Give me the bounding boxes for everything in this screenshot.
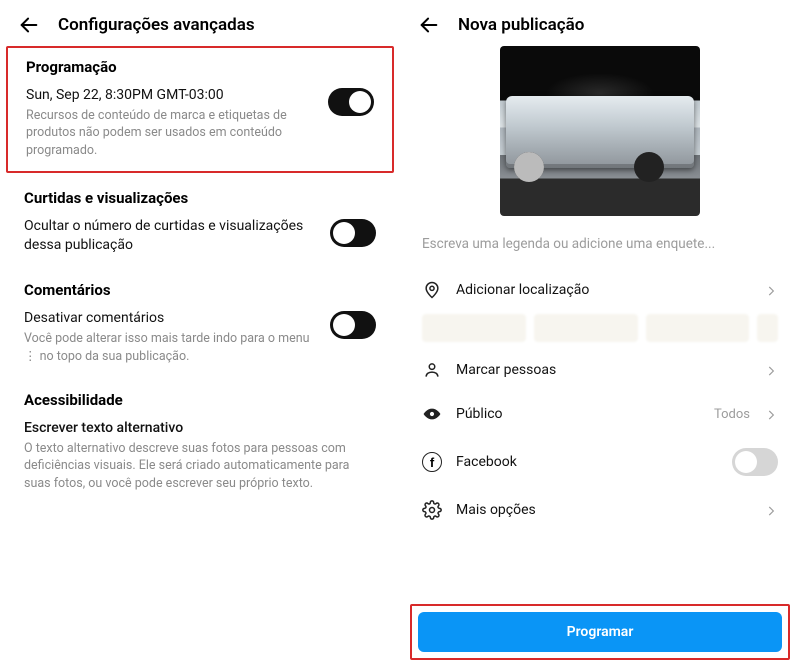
scheduling-heading: Programação: [26, 58, 374, 76]
chevron-right-icon: [764, 407, 778, 421]
caption-input[interactable]: Escreva uma legenda ou adicione uma enqu…: [400, 226, 800, 268]
back-arrow-icon[interactable]: [18, 14, 40, 36]
cta-highlight-box: Programar: [410, 604, 790, 660]
facebook-icon: f: [422, 452, 442, 472]
chevron-right-icon: [764, 283, 778, 297]
page-title: Nova publicação: [458, 15, 584, 35]
gear-icon: [422, 500, 442, 520]
more-options-row[interactable]: Mais opções: [400, 488, 800, 532]
disable-comments-label: Desativar comentários: [24, 309, 320, 328]
eye-icon: [422, 404, 442, 424]
hide-likes-toggle[interactable]: [330, 219, 376, 247]
alt-text-label: Escrever texto alternativo: [24, 419, 376, 438]
location-pin-icon: [422, 280, 442, 300]
add-location-row[interactable]: Adicionar localização: [400, 268, 800, 312]
alt-text-row[interactable]: Escrever texto alternativo O texto alter…: [24, 415, 376, 494]
chevron-right-icon: [764, 503, 778, 517]
tag-people-row[interactable]: Marcar pessoas: [400, 348, 800, 392]
page-title: Configurações avançadas: [58, 15, 255, 35]
advanced-settings-screen: Configurações avançadas Programação Sun,…: [0, 0, 400, 666]
audience-value: Todos: [714, 407, 750, 422]
audience-label: Público: [456, 406, 700, 422]
more-options-label: Mais opções: [456, 502, 750, 518]
header: Nova publicação: [400, 0, 800, 46]
tag-people-label: Marcar pessoas: [456, 362, 750, 378]
scheduling-toggle[interactable]: [328, 88, 374, 116]
header: Configurações avançadas: [0, 0, 400, 46]
likes-heading: Curtidas e visualizações: [24, 189, 376, 207]
hide-likes-label: Ocultar o número de curtidas e visualiza…: [24, 217, 320, 255]
likes-section: Curtidas e visualizações Ocultar o númer…: [0, 173, 400, 265]
add-location-label: Adicionar localização: [456, 282, 750, 298]
facebook-label: Facebook: [456, 454, 718, 470]
alt-text-desc: O texto alternativo descreve suas fotos …: [24, 440, 376, 493]
scheduling-highlight-box: Programação Sun, Sep 22, 8:30PM GMT-03:0…: [6, 46, 394, 173]
location-suggestions-row: [422, 314, 778, 342]
facebook-row[interactable]: f Facebook: [400, 436, 800, 488]
accessibility-heading: Acessibilidade: [24, 391, 376, 409]
disable-comments-row[interactable]: Desativar comentários Você pode alterar …: [24, 305, 376, 367]
audience-row[interactable]: Público Todos: [400, 392, 800, 436]
new-post-screen: Nova publicação Escreva uma legenda ou a…: [400, 0, 800, 666]
back-arrow-icon[interactable]: [418, 14, 440, 36]
disable-comments-desc: Você pode alterar isso mais tarde indo p…: [24, 330, 320, 365]
facebook-toggle[interactable]: [732, 448, 778, 476]
comments-section: Comentários Desativar comentários Você p…: [0, 265, 400, 375]
person-icon: [422, 360, 442, 380]
scheduling-row[interactable]: Sun, Sep 22, 8:30PM GMT-03:00 Recursos d…: [26, 82, 374, 161]
hide-likes-row[interactable]: Ocultar o número de curtidas e visualiza…: [24, 213, 376, 257]
chevron-right-icon: [764, 363, 778, 377]
scheduling-desc: Recursos de conteúdo de marca e etiqueta…: [26, 107, 318, 160]
scheduling-datetime: Sun, Sep 22, 8:30PM GMT-03:00: [26, 86, 318, 105]
comments-heading: Comentários: [24, 281, 376, 299]
post-thumbnail[interactable]: [500, 46, 700, 216]
disable-comments-toggle[interactable]: [330, 311, 376, 339]
accessibility-section: Acessibilidade Escrever texto alternativ…: [0, 375, 400, 502]
schedule-button[interactable]: Programar: [418, 612, 782, 652]
